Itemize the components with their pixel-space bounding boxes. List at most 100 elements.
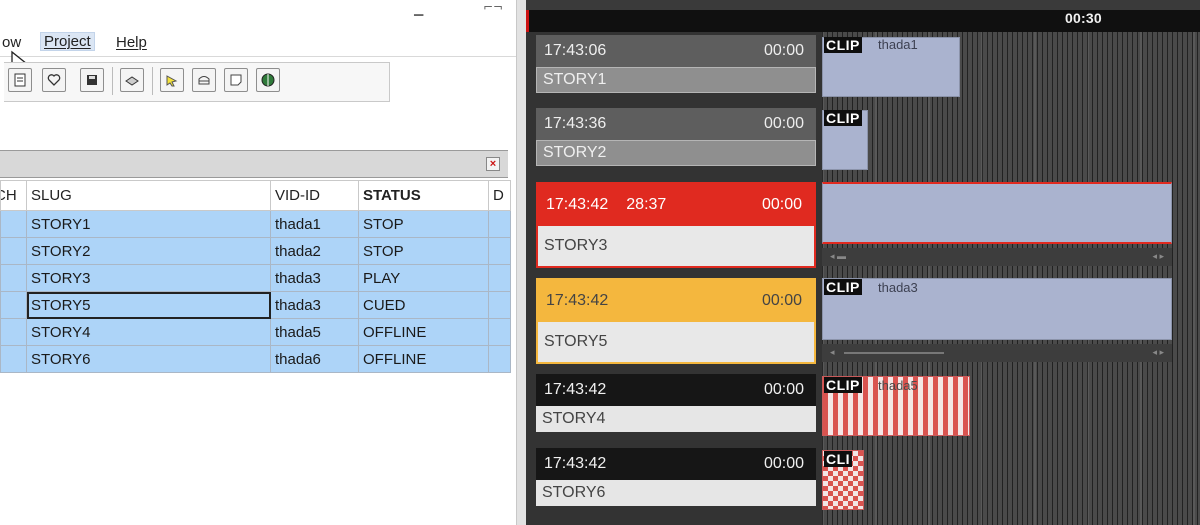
- cell-slug[interactable]: STORY6: [26, 345, 271, 373]
- cell-d[interactable]: [488, 318, 511, 346]
- table-row[interactable]: STORY6 thada6 OFFLINE: [0, 345, 511, 373]
- column-header-status[interactable]: STATUS: [358, 180, 489, 211]
- cell-status[interactable]: OFFLINE: [358, 318, 489, 346]
- story-card-story3[interactable]: 17:43:42 28:37 00:00 STORY3: [536, 182, 816, 268]
- cell-vid-id[interactable]: thada5: [270, 318, 359, 346]
- cell-ch[interactable]: [0, 237, 27, 265]
- open-button[interactable]: [8, 68, 32, 92]
- scroll-right-icon[interactable]: ◂ ▸: [1152, 347, 1164, 358]
- cell-ch[interactable]: [0, 345, 27, 373]
- story-card-story4[interactable]: 17:43:42 00:00 STORY4: [536, 374, 816, 432]
- print-button[interactable]: [120, 68, 144, 92]
- scroll-left-icon[interactable]: ◂: [830, 347, 835, 358]
- window-splitter[interactable]: [516, 0, 526, 525]
- cell-ch[interactable]: [0, 210, 27, 238]
- menu-project[interactable]: Project: [40, 32, 95, 51]
- menu-help[interactable]: Help: [116, 34, 147, 51]
- story-card-header: 17:43:42 28:37 00:00: [538, 184, 814, 226]
- cell-vid-id[interactable]: thada3: [270, 264, 359, 292]
- restore-icon[interactable]: ⌐¬: [483, 0, 503, 14]
- rundown-list-window: ▁ ⌐¬ ow Project Help × H SLUG VID-ID STA…: [0, 0, 516, 525]
- time-ruler: 00:30: [526, 10, 1200, 32]
- story-slug-box: STORY6: [536, 480, 816, 506]
- cell-d[interactable]: [488, 345, 511, 373]
- cell-slug[interactable]: STORY2: [26, 237, 271, 265]
- minimize-icon[interactable]: ▁: [414, 2, 423, 16]
- story-grid: CH SLUG VID-ID STATUS D STORY1 thada1 ST…: [0, 180, 511, 373]
- table-row[interactable]: STORY3 thada3 PLAY: [0, 264, 511, 292]
- cell-vid-id[interactable]: thada6: [270, 345, 359, 373]
- clip-block-cued[interactable]: [822, 278, 1172, 340]
- favorite-button[interactable]: [42, 68, 66, 92]
- cell-d[interactable]: [488, 210, 511, 238]
- scroll-thumb[interactable]: [844, 352, 944, 354]
- story-duration: 00:00: [761, 196, 802, 213]
- cell-d[interactable]: [488, 237, 511, 265]
- stack-button[interactable]: [192, 68, 216, 92]
- story-time: 17:43:42: [544, 455, 607, 472]
- scroll-right-icon[interactable]: ◂ ▸: [1152, 251, 1164, 262]
- table-row[interactable]: STORY1 thada1 STOP: [0, 210, 511, 238]
- table-row[interactable]: STORY2 thada2 STOP: [0, 237, 511, 265]
- story-slug: STORY2: [543, 144, 607, 161]
- cell-status[interactable]: PLAY: [358, 264, 489, 292]
- story-card-story6[interactable]: 17:43:42 00:00 STORY6: [536, 448, 816, 506]
- story-time: 17:43:36: [544, 115, 607, 132]
- cell-status[interactable]: OFFLINE: [358, 345, 489, 373]
- cell-ch[interactable]: [0, 264, 27, 292]
- clip-tag: CLIP: [824, 279, 862, 295]
- note-button[interactable]: [224, 68, 248, 92]
- clip-block-playing[interactable]: [822, 182, 1172, 244]
- scroll-left-icon[interactable]: ◂ ▬: [830, 251, 846, 262]
- clip-scrollbar[interactable]: ◂ ◂ ▸: [822, 344, 1172, 362]
- save-icon: [87, 75, 97, 85]
- pointer-button[interactable]: [160, 68, 184, 92]
- toolbar-separator: [112, 67, 113, 95]
- heart-icon: [47, 74, 61, 86]
- cell-ch[interactable]: [0, 318, 27, 346]
- clip-tag: CLI: [824, 451, 853, 467]
- column-header-vid-id[interactable]: VID-ID: [270, 180, 359, 211]
- cell-d[interactable]: [488, 264, 511, 292]
- clip-name: thada3: [878, 280, 918, 295]
- cell-slug[interactable]: STORY4: [26, 318, 271, 346]
- clip-name: thada5: [878, 378, 918, 393]
- globe-button[interactable]: [256, 68, 280, 92]
- cell-slug[interactable]: STORY1: [26, 210, 271, 238]
- toolbar-divider: [0, 56, 516, 57]
- menu-bar: ow Project Help: [0, 32, 516, 56]
- close-panel-icon[interactable]: ×: [486, 157, 500, 171]
- column-header-ch[interactable]: CH: [0, 180, 27, 211]
- print-icon: [125, 76, 139, 86]
- cell-vid-id[interactable]: thada3: [270, 291, 359, 319]
- save-button[interactable]: [80, 68, 104, 92]
- menu-window[interactable]: ow: [2, 34, 21, 51]
- cell-status[interactable]: STOP: [358, 237, 489, 265]
- story-card-story2[interactable]: 17:43:36 00:00 STORY2: [536, 108, 816, 166]
- clip-tag: CLIP: [824, 37, 862, 53]
- column-header-slug[interactable]: SLUG: [26, 180, 271, 211]
- column-header-d[interactable]: D: [488, 180, 511, 211]
- clip-scrollbar[interactable]: ◂ ▬ ◂ ▸: [822, 248, 1172, 266]
- story-duration: 00:00: [763, 381, 804, 398]
- story-card-story1[interactable]: 17:43:06 00:00 STORY1: [536, 35, 816, 93]
- grid-panel-header: ×: [0, 150, 508, 178]
- story-duration: 00:00: [763, 42, 804, 59]
- story-card-header: 17:43:42 00:00: [536, 374, 816, 406]
- cell-slug[interactable]: STORY3: [26, 264, 271, 292]
- cell-status[interactable]: STOP: [358, 210, 489, 238]
- cell-d[interactable]: [488, 291, 511, 319]
- story-card-story5[interactable]: 17:43:42 00:00 STORY5: [536, 278, 816, 364]
- cell-vid-id[interactable]: thada1: [270, 210, 359, 238]
- cell-vid-id[interactable]: thada2: [270, 237, 359, 265]
- story-time: 17:43:06: [544, 42, 607, 59]
- table-row[interactable]: STORY5 thada3 CUED: [0, 291, 511, 319]
- clip-tag: CLIP: [824, 110, 862, 126]
- cell-ch[interactable]: [0, 291, 27, 319]
- clip-tag: CLIP: [824, 377, 862, 393]
- table-row[interactable]: STORY4 thada5 OFFLINE: [0, 318, 511, 346]
- toolbar: [4, 62, 390, 102]
- cell-status[interactable]: CUED: [358, 291, 489, 319]
- story-duration: 00:00: [763, 115, 804, 132]
- cell-slug-focused[interactable]: STORY5: [26, 291, 271, 319]
